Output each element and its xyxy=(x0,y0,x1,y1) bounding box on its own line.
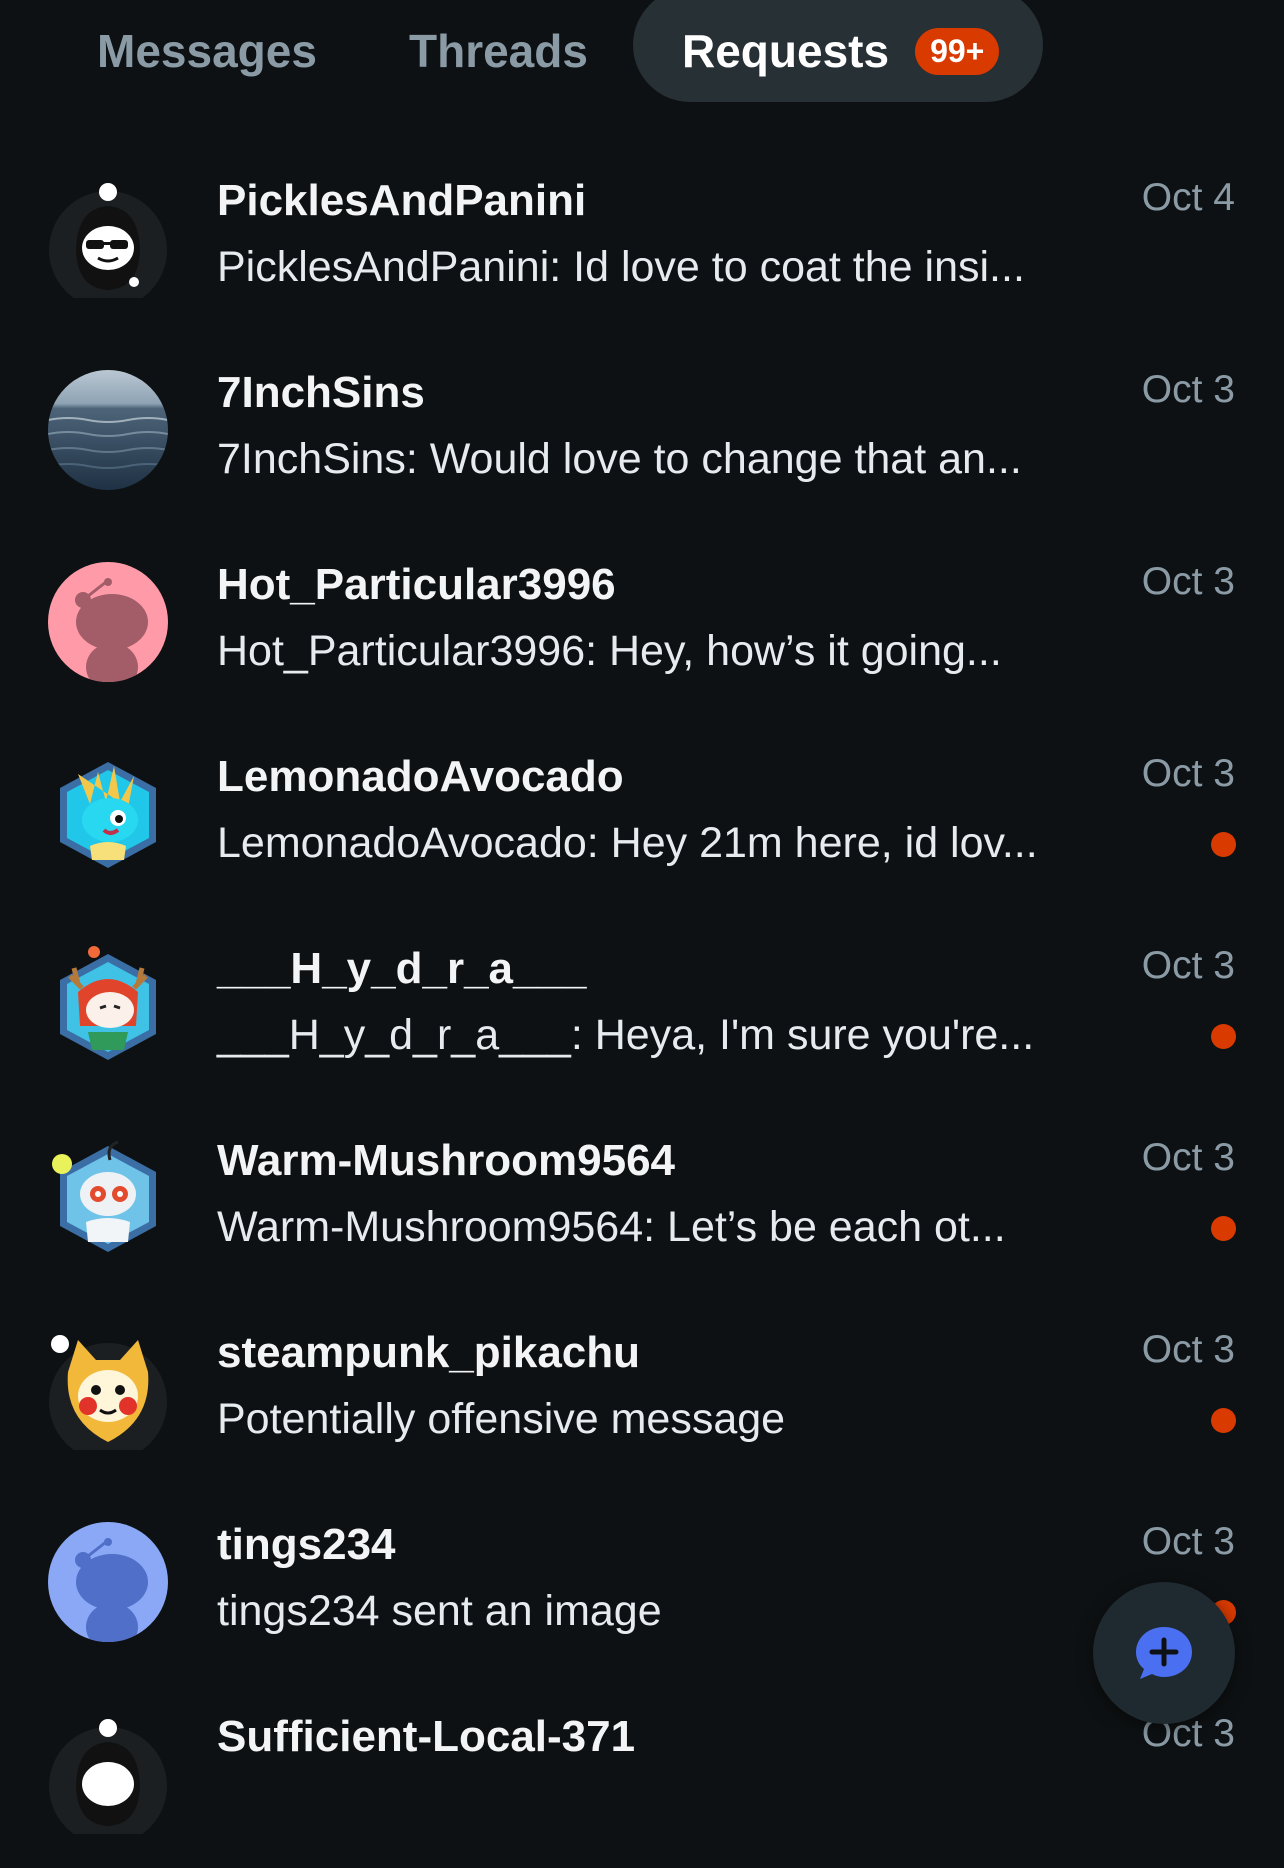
message-preview: tings234 sent an image xyxy=(217,1587,662,1635)
tab-requests[interactable]: Requests 99+ xyxy=(633,0,1043,102)
unread-indicator xyxy=(1211,1024,1236,1049)
message-date: Oct 4 xyxy=(1141,176,1235,219)
tab-requests-label: Requests xyxy=(682,25,890,77)
sender-name: Sufficient-Local-371 xyxy=(217,1712,636,1761)
message-date: Oct 3 xyxy=(1141,368,1235,411)
message-preview: ___H_y_d_r_a___: Heya, I'm sure you're..… xyxy=(217,1011,1035,1059)
request-list: PicklesAndPanini PicklesAndPanini: Id lo… xyxy=(0,140,1284,1868)
nft-snoo-avatar-icon xyxy=(60,946,156,1060)
message-preview: Potentially offensive message xyxy=(217,1395,786,1443)
sender-name: steampunk_pikachu xyxy=(217,1328,641,1377)
message-date: Oct 3 xyxy=(1141,752,1235,795)
message-preview: Hot_Particular3996: Hey, how’s it going.… xyxy=(217,627,1002,675)
snoo-avatar-icon xyxy=(49,1335,167,1450)
default-snoo-pink-icon xyxy=(48,562,168,682)
message-preview: Warm-Mushroom9564: Let’s be each ot... xyxy=(217,1203,1006,1251)
request-row[interactable]: Sufficient-Local-371 Oct 3 xyxy=(0,1676,1284,1868)
message-preview: 7InchSins: Would love to change that an.… xyxy=(217,435,1022,483)
avatar[interactable] xyxy=(48,946,168,1066)
tab-messages[interactable]: Messages xyxy=(97,0,317,102)
new-chat-button[interactable] xyxy=(1093,1582,1235,1724)
avatar[interactable] xyxy=(48,1330,168,1450)
nft-snoo-avatar-icon xyxy=(60,762,156,868)
message-preview: PicklesAndPanini: Id love to coat the in… xyxy=(217,243,1025,291)
sender-name: PicklesAndPanini xyxy=(217,176,587,225)
message-date: Oct 3 xyxy=(1141,944,1235,987)
request-row[interactable]: 7InchSins 7InchSins: Would love to chang… xyxy=(0,332,1284,524)
request-row[interactable]: Warm-Mushroom9564 Warm-Mushroom9564: Let… xyxy=(0,1100,1284,1292)
sender-name: ___H_y_d_r_a___ xyxy=(217,944,587,993)
sender-name: tings234 xyxy=(217,1520,396,1569)
message-date: Oct 3 xyxy=(1141,1328,1235,1371)
sender-name: Hot_Particular3996 xyxy=(217,560,616,609)
requests-count-badge: 99+ xyxy=(915,27,1000,75)
message-date: Oct 3 xyxy=(1141,1136,1235,1179)
tab-messages-label: Messages xyxy=(97,25,317,77)
unread-indicator xyxy=(1211,1408,1236,1433)
sender-name: Warm-Mushroom9564 xyxy=(217,1136,676,1185)
request-row[interactable]: PicklesAndPanini PicklesAndPanini: Id lo… xyxy=(0,140,1284,332)
request-row[interactable]: Hot_Particular3996 Hot_Particular3996: H… xyxy=(0,524,1284,716)
request-row[interactable]: steampunk_pikachu Potentially offensive … xyxy=(0,1292,1284,1484)
request-row[interactable]: ___H_y_d_r_a___ ___H_y_d_r_a___: Heya, I… xyxy=(0,908,1284,1100)
avatar[interactable] xyxy=(48,754,168,874)
nft-snoo-avatar-icon xyxy=(52,1140,156,1252)
ocean-photo-icon xyxy=(48,370,168,490)
unread-indicator xyxy=(1211,832,1236,857)
request-row[interactable]: LemonadoAvocado LemonadoAvocado: Hey 21m… xyxy=(0,716,1284,908)
tab-threads-label: Threads xyxy=(409,25,588,77)
message-preview: LemonadoAvocado: Hey 21m here, id lov... xyxy=(217,819,1038,867)
avatar[interactable] xyxy=(48,1138,168,1258)
avatar[interactable] xyxy=(48,1714,168,1834)
sender-name: 7InchSins xyxy=(217,368,425,417)
sender-name: LemonadoAvocado xyxy=(217,752,624,801)
avatar[interactable] xyxy=(48,1522,168,1642)
avatar[interactable] xyxy=(48,370,168,490)
message-date: Oct 3 xyxy=(1141,560,1235,603)
snoo-avatar-icon xyxy=(49,183,167,298)
tab-bar: Messages Threads Requests 99+ xyxy=(0,0,1284,102)
avatar[interactable] xyxy=(48,562,168,682)
message-date: Oct 3 xyxy=(1141,1520,1235,1563)
avatar[interactable] xyxy=(48,178,168,298)
default-snoo-blue-icon xyxy=(48,1522,168,1642)
tab-threads[interactable]: Threads xyxy=(409,0,588,102)
request-row[interactable]: tings234 tings234 sent an image Oct 3 xyxy=(0,1484,1284,1676)
new-chat-icon xyxy=(1136,1627,1192,1679)
unread-indicator xyxy=(1211,1216,1236,1241)
snoo-avatar-icon xyxy=(49,1719,167,1834)
